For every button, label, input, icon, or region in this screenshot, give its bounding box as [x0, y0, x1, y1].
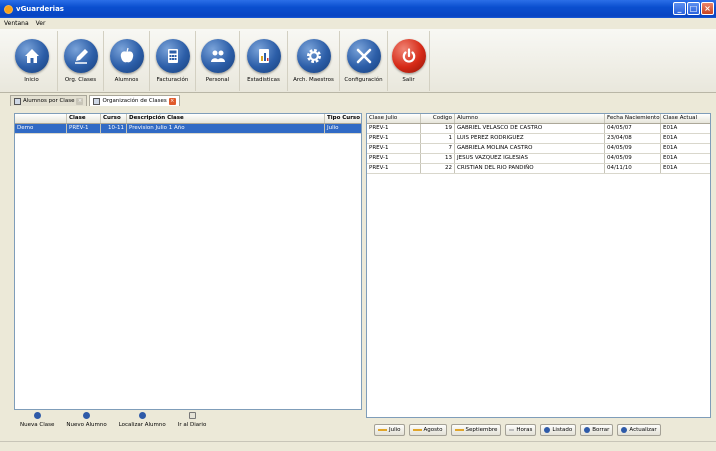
- toolbar-org-clases-button[interactable]: Org. Clases: [58, 31, 104, 91]
- people-icon: [200, 39, 235, 73]
- localizar-alumno-button[interactable]: Localizar Alumno: [119, 410, 166, 437]
- table-row[interactable]: PREV-1 22 CRISTIAN DEL RIO PANDIÑO 04/11…: [367, 164, 710, 174]
- column-header-codigo[interactable]: Codigo: [421, 114, 455, 123]
- tab-alumnos-por-clase[interactable]: Alumnos por Clase ×: [10, 95, 88, 106]
- search-icon: [138, 412, 146, 419]
- nueva-clase-button[interactable]: Nueva Clase: [20, 410, 54, 437]
- tab-close-icon[interactable]: ×: [168, 97, 176, 105]
- month-icon: [412, 429, 422, 431]
- toolbar-configuracion-button[interactable]: Configuración: [340, 31, 388, 91]
- toolbar-estadisticas-button[interactable]: Estadisticas: [240, 31, 288, 91]
- table-row[interactable]: PREV-1 13 JESUS VAZQUEZ IGLESIAS 04/05/0…: [367, 154, 710, 164]
- grid-header: Clase Julio Codigo Alumno Fecha Naciemie…: [367, 114, 710, 124]
- home-icon: [14, 39, 49, 73]
- toolbar-arch-maestros-button[interactable]: Arch. Maestros: [288, 31, 340, 91]
- toolbar-facturacion-button[interactable]: Facturación: [150, 31, 196, 91]
- stats-icon: [246, 39, 281, 73]
- status-bar: [0, 441, 716, 451]
- window-icon: [14, 97, 21, 105]
- app-icon: [4, 4, 13, 14]
- delete-icon: [584, 427, 591, 433]
- clases-grid[interactable]: Clase Curso Descripción Clase Tipo Curso…: [14, 113, 362, 410]
- column-header[interactable]: [15, 114, 67, 123]
- table-row[interactable]: PREV-1 1 LUIS PEREZ RODRIGUEZ 23/04/08 E…: [367, 134, 710, 144]
- diary-icon: [188, 412, 196, 419]
- refresh-icon: [621, 427, 628, 433]
- horas-button[interactable]: Horas: [505, 424, 537, 436]
- septiembre-button[interactable]: Septiembre: [450, 424, 502, 436]
- add-icon: [83, 412, 91, 419]
- apple-icon: [109, 39, 144, 73]
- close-button[interactable]: ×: [701, 2, 714, 15]
- menu-ver[interactable]: Ver: [36, 20, 46, 27]
- alumnos-grid[interactable]: Clase Julio Codigo Alumno Fecha Naciemie…: [366, 113, 711, 418]
- maximize-button[interactable]: □: [687, 2, 700, 15]
- column-header-descripcion[interactable]: Descripción Clase: [127, 114, 325, 123]
- power-icon: [391, 39, 426, 73]
- month-icon: [454, 429, 464, 431]
- window-title: vGuarderias: [16, 5, 64, 13]
- title-bar: vGuarderias _ □ ×: [0, 0, 716, 18]
- column-header-tipo-curso[interactable]: Tipo Curso: [325, 114, 361, 123]
- list-icon: [544, 427, 551, 433]
- tools-icon: [346, 39, 381, 73]
- pencil-icon: [63, 39, 98, 73]
- tab-organizacion-de-clases[interactable]: Organización de Clases ×: [89, 95, 180, 106]
- toolbar-inicio-button[interactable]: Inicio: [6, 31, 58, 91]
- menu-ventana[interactable]: Ventana: [4, 20, 29, 27]
- column-header-fecha[interactable]: Fecha Naciemiento: [605, 114, 661, 123]
- listado-button[interactable]: Listado: [540, 424, 577, 436]
- clock-icon: [509, 429, 515, 431]
- grid-header: Clase Curso Descripción Clase Tipo Curso: [15, 114, 361, 124]
- toolbar-alumnos-button[interactable]: Alumnos: [104, 31, 150, 91]
- tab-close-icon[interactable]: ×: [76, 97, 84, 105]
- actualizar-button[interactable]: Actualizar: [617, 424, 661, 436]
- menu-bar: Ventana Ver: [0, 18, 716, 29]
- toolbar-salir-button[interactable]: Salir: [388, 31, 430, 91]
- column-header-clase-julio[interactable]: Clase Julio: [367, 114, 421, 123]
- column-header-alumno[interactable]: Alumno: [455, 114, 605, 123]
- column-header-curso[interactable]: Curso: [101, 114, 127, 123]
- table-row[interactable]: Demo PREV-1 10-11 Prevision Julio 1 Año …: [15, 124, 361, 134]
- alumno-actions: Julio Agosto Septiembre Horas Listado Bo…: [366, 423, 711, 437]
- borrar-button[interactable]: Borrar: [580, 424, 614, 436]
- table-row[interactable]: PREV-1 7 GABRIELA MOLINA CASTRO 04/05/09…: [367, 144, 710, 154]
- minimize-button[interactable]: _: [673, 2, 686, 15]
- clase-actions: Nueva Clase Nuevo Alumno Localizar Alumn…: [14, 410, 362, 437]
- pencil-icon: [33, 412, 41, 419]
- agosto-button[interactable]: Agosto: [408, 424, 447, 436]
- gear-icon: [296, 39, 331, 73]
- main-toolbar: Inicio Org. Clases Alumnos Facturación P…: [0, 29, 716, 93]
- table-row[interactable]: PREV-1 19 GABRIEL VELASCO DE CASTRO 04/0…: [367, 124, 710, 134]
- julio-button[interactable]: Julio: [374, 424, 405, 436]
- ir-al-diario-button[interactable]: Ir al Diario: [178, 410, 206, 437]
- column-header-clase-actual[interactable]: Clase Actual: [661, 114, 710, 123]
- document-tabs: Alumnos por Clase × Organización de Clas…: [0, 94, 716, 106]
- nuevo-alumno-button[interactable]: Nuevo Alumno: [66, 410, 107, 437]
- toolbar-personal-button[interactable]: Personal: [196, 31, 240, 91]
- window-controls: _ □ ×: [673, 2, 714, 15]
- calculator-icon: [155, 39, 190, 73]
- month-icon: [378, 429, 387, 431]
- column-header-clase[interactable]: Clase: [67, 114, 101, 123]
- window-icon: [93, 97, 101, 105]
